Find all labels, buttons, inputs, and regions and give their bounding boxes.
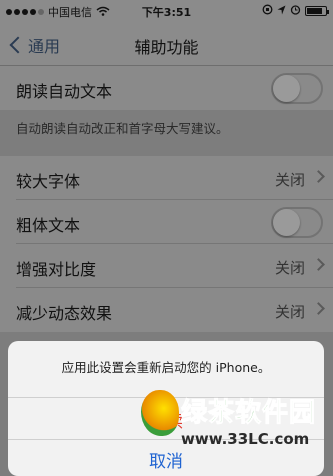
row-reduce-motion[interactable]: 减少动态效果 关闭: [0, 288, 333, 332]
row-value: 关闭: [274, 259, 305, 277]
watermark-title: 绿茶软件园: [180, 398, 317, 429]
row-speak-auto-text: 朗读自动文本: [0, 66, 333, 110]
alert-message: 应用此设置会重新启动您的 iPhone。: [61, 360, 271, 375]
status-bar: 中国电信 下午3:51: [0, 0, 333, 22]
alarm-icon: [290, 4, 301, 18]
chevron-right-icon: [312, 258, 325, 271]
location-icon: [277, 5, 286, 18]
row-increase-contrast[interactable]: 增强对比度 关闭: [0, 244, 333, 288]
row-label: 减少动态效果: [16, 304, 113, 323]
row-value: 关闭: [274, 171, 305, 189]
watermark: 绿茶软件园 www.33LC.com: [137, 386, 333, 476]
rotation-lock-icon: [262, 4, 273, 18]
watermark-logo-icon: [141, 390, 179, 436]
row-label: 粗体文本: [16, 216, 81, 235]
page-title: 辅助功能: [134, 38, 199, 57]
chevron-right-icon: [312, 302, 325, 315]
status-right: [262, 4, 329, 18]
row-label: 增强对比度: [16, 260, 97, 279]
row-label: 较大字体: [16, 172, 81, 191]
toggle-knob: [273, 209, 300, 236]
speak-auto-text-toggle[interactable]: [271, 73, 323, 104]
battery-fill: [307, 8, 322, 14]
row-larger-text[interactable]: 较大字体 关闭: [0, 156, 333, 200]
bold-text-toggle[interactable]: [271, 207, 323, 238]
battery-icon: [305, 6, 329, 16]
chevron-right-icon: [312, 170, 325, 183]
toggle-knob: [273, 75, 300, 102]
row-bold-text: 粗体文本: [0, 200, 333, 244]
navigation-bar: 通用 辅助功能: [0, 22, 333, 66]
row-value: 关闭: [274, 303, 305, 321]
watermark-url: www.33LC.com: [181, 430, 310, 448]
row-label: 朗读自动文本: [16, 82, 113, 101]
section-footnote: 自动朗读自动改正和首字母大写建议。: [16, 121, 229, 136]
